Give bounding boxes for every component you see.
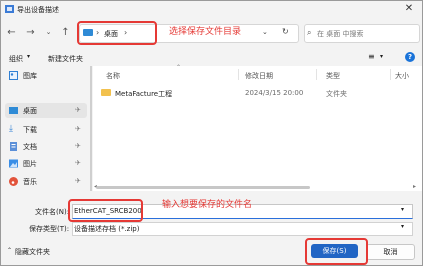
window-title: 导出设备描述 — [17, 6, 59, 14]
chevron-down-icon[interactable]: ⌄ — [42, 26, 55, 39]
filetype-label: 保存类型(T): — [29, 225, 70, 233]
help-icon[interactable]: ? — [405, 52, 415, 62]
app-icon — [5, 5, 14, 13]
chevron-down-icon[interactable]: ▾ — [401, 206, 404, 213]
column-divider[interactable] — [316, 69, 317, 80]
folder-icon — [101, 89, 111, 96]
sidebar-item-label: 文档 — [23, 143, 37, 151]
horizontal-scrollbar[interactable] — [96, 186, 310, 189]
close-icon[interactable]: ✕ — [401, 2, 417, 16]
annotation-directory-hint: 选择保存文件目录 — [169, 27, 242, 37]
file-name: MetaFacture工程 — [115, 90, 173, 98]
sidebar-item-gallery[interactable]: 图库 — [5, 68, 87, 83]
document-icon — [10, 142, 17, 151]
column-header-type[interactable]: 类型 — [326, 71, 340, 81]
filename-label: 文件名(N): — [35, 208, 70, 216]
sidebar-scrollbar[interactable] — [90, 66, 92, 191]
sidebar: 图库 桌面 ✈ ⤓ 下载 ✈ 文档 ✈ 图片 ✈ 音乐 ✈ — [1, 66, 89, 193]
organize-menu[interactable]: 组织 — [9, 54, 23, 64]
pin-icon: ✈ — [75, 125, 81, 133]
sidebar-item-documents[interactable]: 文档 ✈ — [5, 139, 87, 154]
pin-icon: ✈ — [75, 106, 81, 114]
back-arrow-icon[interactable]: ← — [5, 26, 18, 39]
file-modified: 2024/3/15 20:00 — [245, 89, 304, 97]
annotation-filename-hint: 输入想要保存的文件名 — [162, 200, 253, 210]
chevron-down-icon[interactable]: ▾ — [380, 53, 383, 60]
cancel-button[interactable]: 取消 — [366, 244, 415, 260]
sidebar-item-downloads[interactable]: ⤓ 下载 ✈ — [5, 122, 87, 137]
column-header-name[interactable]: 名称 — [106, 71, 120, 81]
up-arrow-icon[interactable]: ↑ — [59, 26, 72, 39]
scroll-right-icon[interactable]: ▸ — [413, 183, 416, 190]
dropdown-chevron-icon[interactable]: ⌄ — [262, 28, 268, 36]
desktop-icon — [9, 107, 18, 114]
search-icon: ⌕ — [307, 28, 312, 37]
sidebar-item-label: 下载 — [23, 126, 37, 134]
chevron-up-icon[interactable]: ⌃ — [7, 247, 12, 254]
title-bar — [1, 1, 422, 20]
refresh-icon[interactable]: ↻ — [282, 27, 289, 36]
column-header-size[interactable]: 大小 — [395, 71, 409, 81]
sidebar-item-desktop[interactable]: 桌面 ✈ — [5, 103, 87, 118]
sidebar-item-music[interactable]: 音乐 ✈ — [5, 174, 87, 189]
column-header-modified[interactable]: 修改日期 — [245, 71, 273, 81]
annotation-box-directory — [77, 21, 157, 45]
sidebar-item-label: 桌面 — [23, 107, 37, 115]
sidebar-item-label: 音乐 — [23, 178, 37, 186]
chevron-down-icon[interactable]: ▾ — [401, 223, 404, 230]
file-type: 文件夹 — [326, 90, 347, 98]
view-options-icon[interactable]: ≡ — [368, 52, 375, 61]
annotation-box-save — [305, 238, 368, 265]
column-divider[interactable] — [238, 69, 239, 80]
filetype-value: 设备描述存档 (*.zip) — [74, 225, 140, 233]
music-icon — [9, 177, 18, 186]
pin-icon: ✈ — [75, 177, 81, 185]
column-divider[interactable] — [390, 69, 391, 80]
download-icon: ⤓ — [9, 124, 13, 134]
pin-icon: ✈ — [75, 159, 81, 167]
forward-arrow-icon[interactable]: → — [24, 26, 37, 39]
search-placeholder: 在 桌面 中搜索 — [317, 30, 364, 38]
pin-icon: ✈ — [75, 142, 81, 150]
chevron-down-icon: ▾ — [27, 53, 31, 60]
sort-indicator-icon: ⌃ — [176, 64, 182, 71]
sidebar-item-pictures[interactable]: 图片 ✈ — [5, 156, 87, 171]
annotation-box-filename — [68, 199, 143, 222]
sidebar-item-label: 图库 — [23, 72, 37, 80]
sidebar-item-label: 图片 — [23, 160, 37, 168]
new-folder-button[interactable]: 新建文件夹 — [48, 54, 83, 64]
pictures-icon — [9, 159, 18, 168]
gallery-icon — [9, 71, 18, 80]
hide-folders-toggle[interactable]: 隐藏文件夹 — [15, 247, 50, 257]
file-list-pane — [93, 66, 422, 191]
